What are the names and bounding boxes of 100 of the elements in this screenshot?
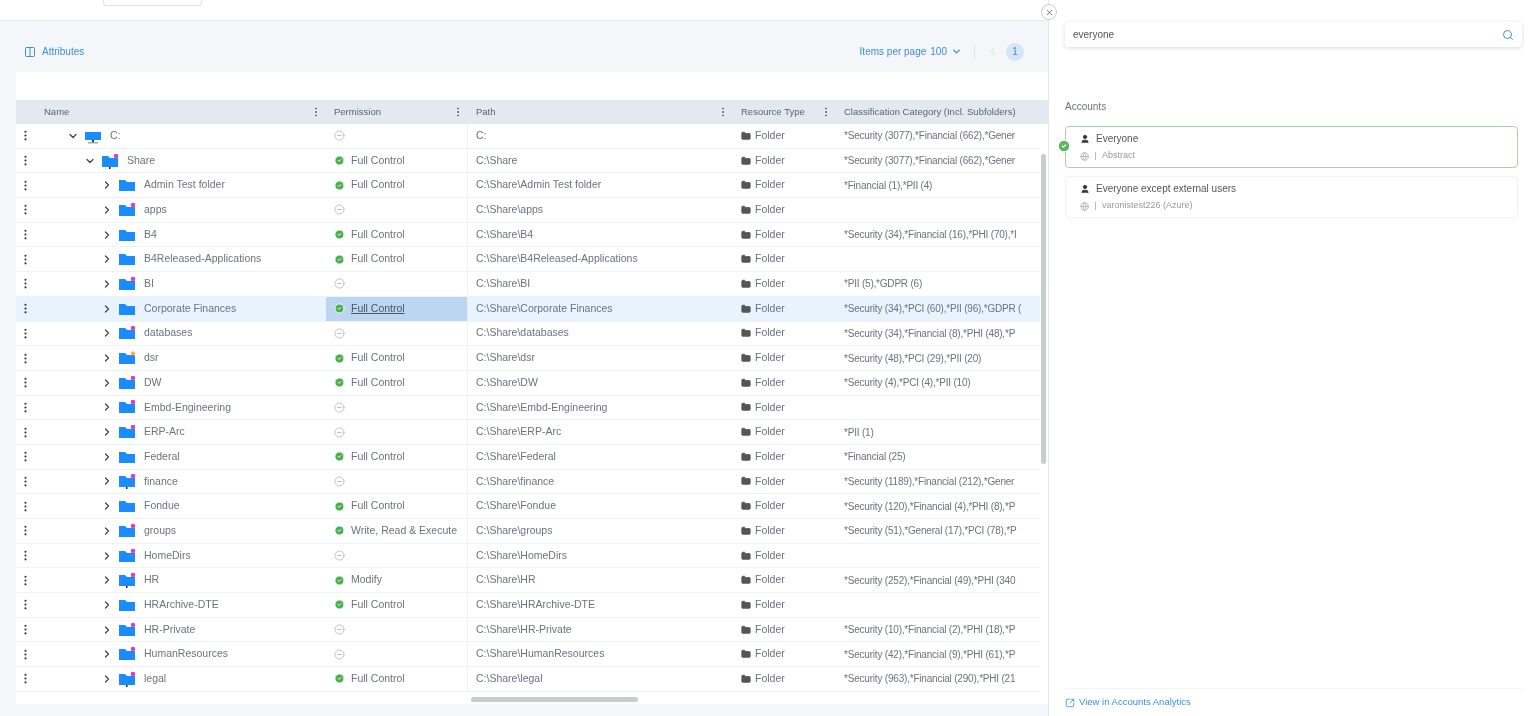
table-row[interactable]: finance C:\Share\finance Folder *Security (1189),*Financial (212),*Gener xyxy=(16,469,1040,495)
table-row[interactable]: HumanResources C:\Share\HumanResources Folder *Security (42),*Financial (9),*PHI (61),*P xyxy=(16,642,1040,668)
table-row[interactable]: Fondue Full Control C:\Share\Fondue Folder *Security (120),*Financial (4),*PHI (8),*P xyxy=(16,494,1040,519)
folder-icon xyxy=(101,152,119,169)
folder-type-icon xyxy=(741,180,751,191)
search-icon[interactable] xyxy=(1502,28,1514,41)
column-header[interactable]: Path xyxy=(476,104,496,120)
permission-text: Modify xyxy=(351,572,382,588)
accounts-analytics-link[interactable]: View in Accounts Analytics xyxy=(1065,695,1191,710)
table-row[interactable]: C: C: Folder *Security (3077),*Financial (662),*Gener xyxy=(16,124,1040,149)
type-cell: Folder xyxy=(755,350,785,366)
path-cell: C:\Share\Admin Test folder xyxy=(476,178,602,191)
classification-cell: *Security (34),*Financial (8),*PHI (48),*P xyxy=(844,327,1016,339)
check-icon xyxy=(334,253,345,265)
table-row[interactable]: Embd-Engineering C:\Share\Embd-Engineering Folder xyxy=(16,395,1040,421)
folder-icon xyxy=(118,201,136,218)
table-row[interactable]: HomeDirs C:\Share\HomeDirs Folder xyxy=(16,543,1040,569)
search-field[interactable]: everyone xyxy=(1065,22,1522,47)
table-row[interactable]: DW Full Control C:\Share\DW Folder *Security (4),*PCI (4),*PII (10) xyxy=(16,370,1040,396)
classification-cell: *Security (34),*Financial (16),*PHI (70),*I xyxy=(844,229,1017,241)
folder-icon xyxy=(118,350,136,367)
path-cell: C:\Share\HR-Private xyxy=(476,622,572,635)
permission-text: Full Control xyxy=(351,226,405,242)
table-row[interactable]: HRArchive-DTE Full Control C:\Share\HRArchive-DTE Folder xyxy=(16,593,1040,618)
no-permission-icon xyxy=(334,624,345,636)
table-row[interactable]: BI C:\Share\BI Folder *PII (5),*GDPR (6) xyxy=(16,272,1040,297)
type-cell-text: Folder xyxy=(755,300,785,316)
check-icon xyxy=(334,500,345,512)
table-row[interactable]: dsr Full Control C:\Share\dsr Folder *Security (48),*PCI (29),*PII (20) xyxy=(16,346,1040,371)
table-row[interactable]: Corporate Finances Full Control C:\Share\Corporate Finances Folder *Security (34),*PCI (60),*PII (96),*GDPR ( xyxy=(16,296,1040,322)
name-cell: dsr xyxy=(144,350,159,366)
account-name: Everyone xyxy=(1096,132,1139,147)
account-card[interactable]: Everyone Abstract xyxy=(1065,126,1518,168)
column-header[interactable]: Resource Type xyxy=(741,104,805,120)
table-row[interactable]: groups Write, Read & Execute C:\Share\groups Folder *Security (51),*General (17),*PCI (78),*P xyxy=(16,519,1040,544)
table-row[interactable]: Federal Full Control C:\Share\Federal Folder *Financial (25) xyxy=(16,444,1040,470)
table-row[interactable]: HR Modify C:\Share\HR Folder *Security (252),*Financial (49),*PHI (340 xyxy=(16,568,1040,594)
name-cell-text: HomeDirs xyxy=(144,547,191,563)
vertical-scrollbar[interactable] xyxy=(1041,154,1046,464)
permission-text: Full Control xyxy=(351,251,405,267)
no-permission-icon xyxy=(334,475,345,487)
path-cell: C: xyxy=(476,128,487,141)
table-row[interactable]: legal Full Control C:\Share\legal Folder *Security (963),*Financial (290),*PHI (21 xyxy=(16,667,1040,692)
table-row[interactable]: apps C:\Share\apps Folder xyxy=(16,198,1040,223)
classification-cell: *Security (48),*PCI (29),*PII (20) xyxy=(844,352,982,364)
folder-type-icon xyxy=(741,550,751,561)
folder-type-icon xyxy=(741,575,751,586)
no-permission-icon xyxy=(334,204,345,216)
type-cell-text: Folder xyxy=(755,325,785,341)
permission-text: Write, Read & Execute xyxy=(351,522,458,538)
path-cell: C:\Share xyxy=(476,153,518,166)
search-input[interactable]: everyone xyxy=(1073,27,1502,42)
permission-text: Full Control xyxy=(351,498,405,514)
classification-cell: *Security (4),*PCI (4),*PII (10) xyxy=(844,377,971,389)
folder-icon xyxy=(118,522,136,539)
name-cell-text: Federal xyxy=(144,448,180,464)
path-cell: C:\Share\Fondue xyxy=(476,499,556,512)
name-cell-text: B4 xyxy=(144,226,157,242)
name-cell-text: B4Released-Applications xyxy=(144,251,262,267)
type-cell-text: Folder xyxy=(755,448,785,464)
folder-type-icon xyxy=(741,624,751,635)
column-header[interactable]: Permission xyxy=(334,104,381,120)
table-row[interactable]: B4Released-Applications Full Control C:\Share\B4Released-Applications Folder xyxy=(16,247,1040,273)
page-button[interactable]: 1 xyxy=(1006,42,1024,61)
items-per-page-dropdown[interactable]: Items per page 100 xyxy=(859,44,962,59)
no-permission-icon xyxy=(334,130,345,142)
account-card[interactable]: Everyone except external users varonistest226 (Azure) xyxy=(1065,176,1518,218)
table-row[interactable]: databases C:\Share\databases Folder *Security (34),*Financial (8),*PHI (48),*P xyxy=(16,321,1040,347)
check-icon xyxy=(334,525,345,537)
folder-icon xyxy=(118,646,136,663)
column-header[interactable]: Classification Category (Incl. Subfolders) xyxy=(844,104,1016,120)
attributes-link[interactable]: Attributes xyxy=(24,44,85,59)
name-cell: HRArchive-DTE xyxy=(144,597,219,613)
classification-cell: *PII (5),*GDPR (6) xyxy=(844,278,923,290)
table-row[interactable]: Share Full Control C:\Share Folder *Security (3077),*Financial (662),*Gener xyxy=(16,148,1040,174)
account-name: Everyone except external users xyxy=(1096,182,1237,197)
table-row[interactable]: Admin Test folder Full Control C:\Share\Admin Test folder Folder *Financial (1),*PII (4) xyxy=(16,173,1040,199)
folder-type-icon xyxy=(741,476,751,487)
folder-type-icon xyxy=(741,204,751,215)
type-cell-text: Folder xyxy=(755,127,785,143)
table-row[interactable]: B4 Full Control C:\Share\B4 Folder *Security (34),*Financial (16),*PHI (70),*I xyxy=(16,222,1040,248)
horizontal-scrollbar[interactable] xyxy=(471,696,638,702)
name-cell-text: Corporate Finances xyxy=(144,300,237,316)
table-row[interactable]: HR-Private C:\Share\HR-Private Folder *Security (10),*Financial (2),*PHI (18),*P xyxy=(16,617,1040,643)
type-cell-text: Folder xyxy=(755,621,785,637)
path-cell: C:\Share\HRArchive-DTE xyxy=(476,598,596,611)
folder-icon xyxy=(118,670,136,687)
permission-text: Full Control xyxy=(351,448,405,464)
name-cell: apps xyxy=(144,202,167,218)
table-row[interactable]: ERP-Arc C:\Share\ERP-Arc Folder *PII (1) xyxy=(16,420,1040,445)
folder-type-icon xyxy=(741,377,751,388)
folder-icon xyxy=(118,424,136,441)
check-icon xyxy=(334,673,345,685)
folder-icon xyxy=(118,621,136,638)
name-cell-text: HumanResources xyxy=(144,646,229,662)
close-button[interactable] xyxy=(1041,4,1057,20)
column-header[interactable]: Name xyxy=(44,104,70,120)
folder-type-icon xyxy=(741,353,751,364)
type-cell-text: Folder xyxy=(755,498,785,514)
path-cell: C:\Share\apps xyxy=(476,203,544,216)
